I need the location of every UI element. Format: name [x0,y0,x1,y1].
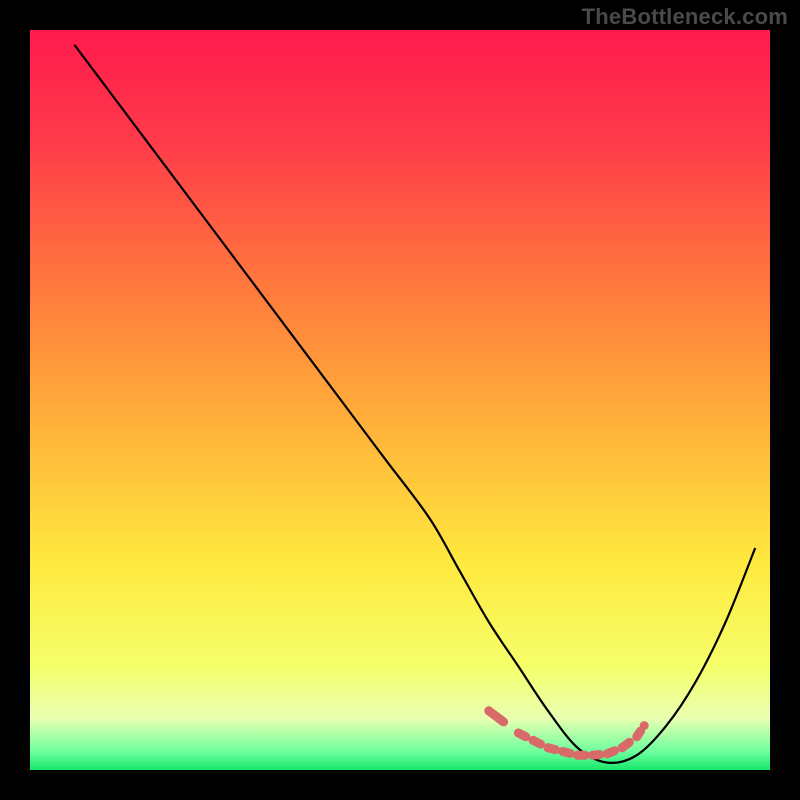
optimal-dot [529,736,538,745]
optimal-dot [514,729,523,738]
optimal-dot [558,747,567,756]
chart-frame: TheBottleneck.com [0,0,800,800]
optimal-dot [573,751,582,760]
optimal-dot [640,721,649,730]
optimal-dot [618,743,627,752]
optimal-dot [632,732,641,741]
plot-background [30,30,770,770]
bottleneck-plot [0,0,800,800]
optimal-dot [603,749,612,758]
optimal-dot [588,751,597,760]
optimal-dot [544,743,553,752]
watermark-text: TheBottleneck.com [582,4,788,30]
optimal-dot [484,706,493,715]
